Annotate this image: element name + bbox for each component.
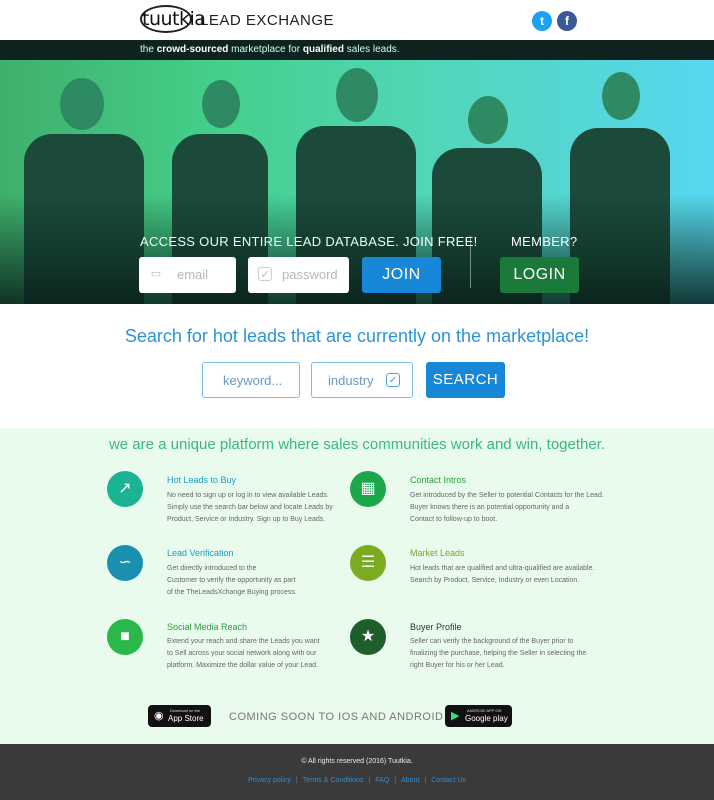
join-button[interactable]: JOIN [362,257,441,293]
apple-icon: ◉ [154,710,164,722]
login-button[interactable]: LOGIN [500,257,579,293]
keyword-placeholder: keyword... [223,373,283,388]
industry-placeholder: industry [328,373,374,388]
check-icon: ✓ [258,267,272,281]
feature-desc-lead-verification: Get directly introduced to the Customer t… [167,565,297,596]
keyword-input[interactable]: keyword... [202,362,300,398]
tagline: the crowd-sourced marketplace for qualif… [140,44,400,55]
copyright: © All rights reserved (2016) Tuutkia. [301,758,413,765]
mustache-icon: ∽ [107,545,143,581]
logo-subtitle[interactable]: LEAD EXCHANGE [200,12,334,29]
search-button[interactable]: SEARCH [426,362,505,398]
site-footer [0,744,714,800]
feature-title-market-leads: Market Leads [410,548,465,558]
twitter-icon[interactable]: t [532,11,552,31]
footer-link-contact[interactable]: Contact Us [431,777,466,784]
footer-link-terms[interactable]: Terms & Conditions [303,777,364,784]
hero-overlay [0,194,714,304]
member-text: MEMBER? [511,234,578,249]
feature-title-hot-leads: Hot Leads to Buy [167,475,237,485]
footer-link-faq[interactable]: FAQ [375,777,389,784]
search-title: Search for hot leads that are currently … [124,326,590,346]
hero-divider [470,236,471,288]
coins-icon: ☰ [350,545,386,581]
trophy-icon: ★ [350,619,386,655]
industry-select[interactable]: industry ✓ [311,362,413,398]
email-field[interactable]: ▭ email [139,257,236,293]
laptop-icon: ▭ [150,268,162,280]
chart-icon: ↗ [107,471,143,507]
password-field[interactable]: ✓ password [248,257,349,293]
feature-desc-buyer-profile: Seller can verify the background of the … [410,638,587,669]
logo-wordmark[interactable]: tuutkia [142,8,206,30]
feature-desc-market-leads: Hot leads that are qualified and ultra-q… [410,565,595,584]
google-play-badge[interactable]: ▶ ANDROID APP ON Google play [445,705,512,727]
email-placeholder: email [177,267,209,282]
features-title: we are a unique platform where sales com… [108,436,606,453]
facebook-icon[interactable]: f [557,11,577,31]
feature-title-lead-verification: Lead Verification [167,548,234,558]
access-text: ACCESS OUR ENTIRE LEAD DATABASE. JOIN FR… [140,234,478,249]
feature-desc-social-media: Extend your reach and share the Leads yo… [167,638,320,669]
app-store-badge[interactable]: ◉ Download on the App Store [148,705,211,727]
play-icon: ▶ [451,710,460,722]
coming-soon-text: COMING SOON TO IOS AND ANDROID [229,711,444,723]
feature-title-contact-intros: Contact Intros [410,475,467,485]
footer-link-about[interactable]: About [401,777,419,784]
footer-links: Privacy policy | Terms & Conditions | FAQ | Ab… [248,777,466,784]
site-header: tuutkia LEAD EXCHANGE t f [0,0,714,40]
hero-banner [0,60,714,304]
feature-desc-contact-intros: Get introduced by the Seller to potentia… [410,492,604,523]
feature-title-social-media: Social Media Reach [167,622,248,632]
check-icon: ✓ [386,373,400,387]
lock-icon: ■ [107,619,143,655]
feature-title-buyer-profile: Buyer Profile [410,622,462,632]
feature-desc-hot-leads: No need to sign up or log in to view ava… [167,492,333,523]
calendar-icon: ▦ [350,471,386,507]
password-placeholder: password [282,267,338,282]
footer-link-privacy[interactable]: Privacy policy [248,777,291,784]
